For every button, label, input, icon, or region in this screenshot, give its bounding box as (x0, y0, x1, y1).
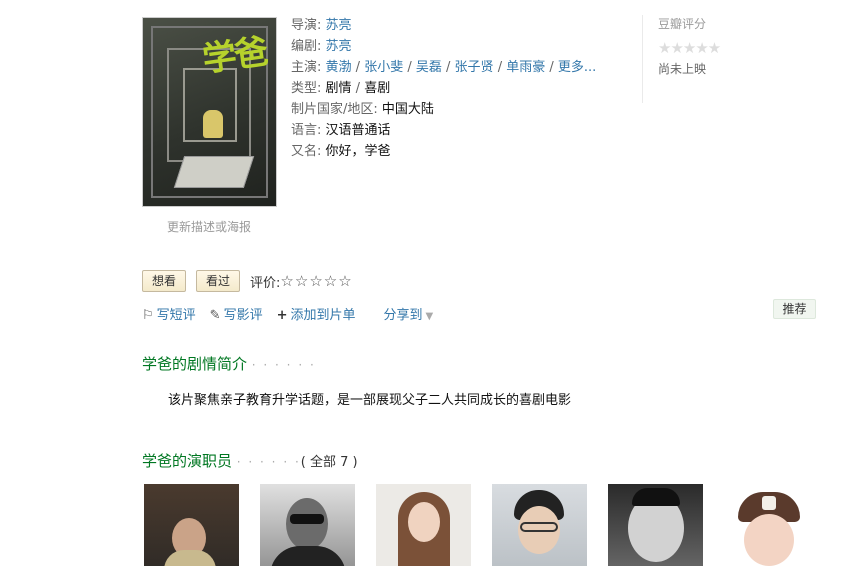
cast-more-link[interactable]: 更多... (558, 60, 596, 75)
genre-value: 喜剧 (364, 81, 391, 96)
rate-stars-icon[interactable]: ☆☆☆☆☆ (280, 272, 352, 290)
douban-rating-box: 豆瓣评分 ★★★★★ 尚未上映 (642, 15, 752, 103)
interest-actions: 想看 看过 评价: ☆☆☆☆☆ (142, 270, 353, 292)
rating-status: 尚未上映 (658, 62, 707, 76)
region-label: 制片国家/地区: (291, 102, 378, 117)
region-value: 中国大陆 (381, 102, 434, 117)
synopsis-text: 该片聚焦亲子教育升学话题，是一部展现父子二人共同成长的喜剧电影 (168, 393, 572, 408)
plus-icon: + (276, 308, 288, 323)
writer-label: 编剧: (291, 39, 322, 54)
cast-link[interactable]: 单雨豪 (506, 60, 545, 75)
cast-link[interactable]: 张小斐 (364, 60, 403, 75)
cast-photo[interactable] (492, 484, 587, 566)
share-dropdown[interactable]: 分享到 ▼ (384, 304, 434, 323)
cast-link[interactable]: 黄渤 (326, 60, 352, 75)
review-links: ⚐ 写短评 ✎ 写影评 + 添加到片单 分享到 ▼ (142, 304, 433, 323)
language-label: 语言: (291, 123, 322, 138)
writer-link[interactable]: 苏亮 (326, 39, 352, 54)
short-review-link[interactable]: ⚐ 写短评 (142, 304, 196, 323)
cast-photo[interactable] (608, 484, 703, 566)
caret-down-icon: ▼ (425, 311, 434, 322)
cast-heading: 学爸的演职员 · · · · · ·( 全部 7 ) (142, 452, 358, 470)
cast-link[interactable]: 张子贤 (455, 60, 494, 75)
cast-link[interactable]: 吴磊 (416, 60, 442, 75)
movie-poster[interactable]: 学爸 (142, 17, 277, 207)
poster-title-art: 学爸 (200, 31, 269, 81)
movie-info: 导演: 苏亮 编剧: 苏亮 主演: 黄渤 / 张小斐 / 吴磊 / 张子贤 / … (291, 18, 597, 159)
review-link[interactable]: ✎ 写影评 (210, 304, 263, 323)
aka-value: 你好，学爸 (325, 144, 391, 159)
want-to-watch-button[interactable]: 想看 (142, 270, 187, 292)
watched-button[interactable]: 看过 (196, 270, 241, 292)
all-cast-link[interactable]: ( 全部 7 ) (301, 455, 358, 470)
cast-photo-list (144, 484, 819, 566)
poster-book (173, 156, 255, 188)
aka-label: 又名: (291, 144, 322, 159)
add-to-list-link[interactable]: + 添加到片单 (277, 304, 356, 323)
recommend-button[interactable]: 推荐 (773, 299, 816, 319)
director-link[interactable]: 苏亮 (326, 18, 352, 33)
cast-label: 主演: (291, 60, 322, 75)
comment-icon: ⚐ (142, 308, 154, 323)
rate-label: 评价: (250, 275, 281, 291)
director-label: 导演: (291, 18, 322, 33)
cast-photo[interactable] (144, 484, 239, 566)
cast-photo[interactable] (260, 484, 355, 566)
synopsis-heading: 学爸的剧情简介 · · · · · · (142, 355, 316, 373)
genre-label: 类型: (291, 81, 322, 96)
cast-photo[interactable] (376, 484, 471, 566)
genre-value: 剧情 (325, 81, 352, 96)
pencil-icon: ✎ (209, 308, 221, 323)
rating-title: 豆瓣评分 (658, 17, 707, 31)
rating-stars-icon: ★★★★★ (658, 39, 721, 57)
language-value: 汉语普通话 (325, 123, 391, 138)
cast-photo[interactable] (724, 484, 819, 566)
poster-figures (203, 110, 223, 138)
update-poster-link[interactable]: 更新描述或海报 (167, 218, 251, 235)
